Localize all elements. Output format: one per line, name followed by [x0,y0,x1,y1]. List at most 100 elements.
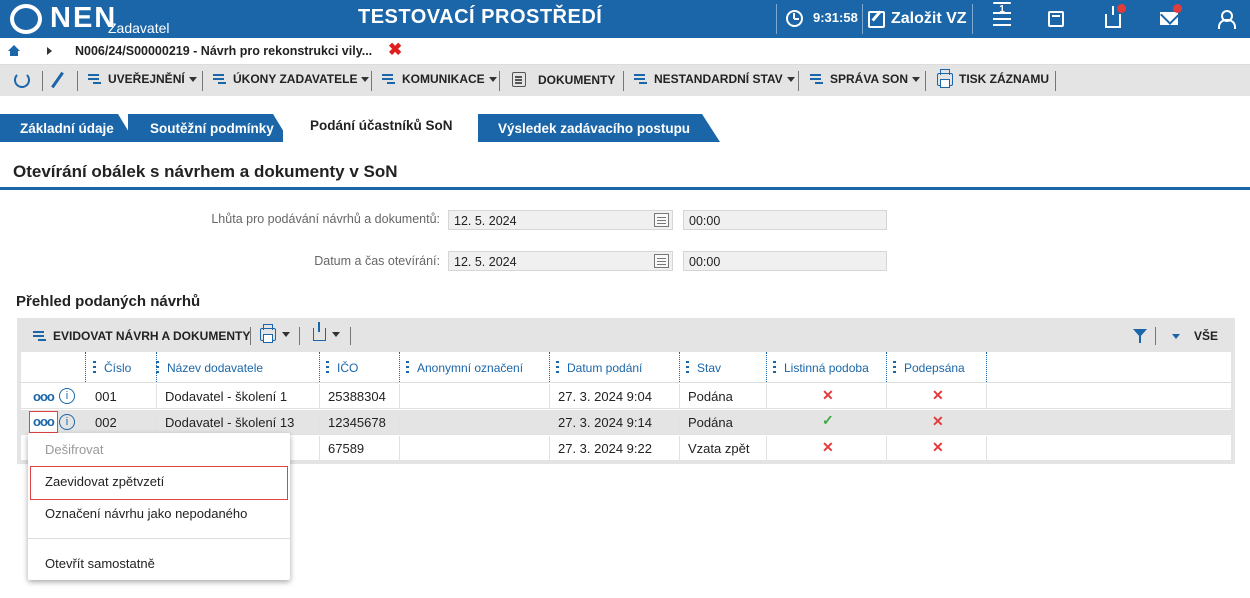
calendar-icon[interactable] [654,254,669,268]
deadline-time-field[interactable]: 00:00 [683,210,887,230]
inbox-dot [1117,4,1126,13]
cell-datum: 27. 3. 2024 9:22 [558,441,652,456]
column-header-cislo[interactable]: Číslo [93,352,131,382]
opening-date-field[interactable]: 12. 5. 2024 [448,251,673,271]
column-separator [986,352,987,382]
cell-divider [319,436,320,461]
row-actions-icon[interactable]: ooo [33,389,55,404]
column-title: IČO [337,361,359,375]
menu-item-otevrit-samostatne[interactable]: Otevřít samostatně [45,556,155,571]
tab-zakladni-udaje[interactable]: Základní údaje [0,114,135,142]
tab-soutezni-podminky[interactable]: Soutěžní podmínky [128,114,290,142]
row-actions-icon[interactable]: ooo [29,411,58,433]
tab-label: Podání účastníků SoN [310,118,453,133]
deadline-date-field[interactable]: 12. 5. 2024 [448,210,673,230]
cell-divider [399,384,400,409]
menu-icon[interactable]: 1 [992,2,1014,30]
deadline-time-value: 00:00 [689,214,721,228]
filter-icon[interactable] [1133,329,1147,344]
column-title: Datum podání [567,361,643,375]
opening-label: Datum a čas otevírání: [314,254,440,268]
column-title: Název dodavatele [167,361,264,375]
opening-time-field[interactable]: 00:00 [683,251,887,271]
refresh-icon[interactable] [14,72,30,88]
new-tender-button[interactable]: Založit VZ [868,7,967,31]
inbox-icon[interactable] [1105,4,1126,28]
cell-stav: Podána [688,415,733,430]
calendar-icon[interactable] [654,213,669,227]
list-icon [810,73,824,85]
deadline-label: Lhůta pro podávání návrhů a dokumentů: [211,212,440,226]
menu-item-oznaceni-nepodaneho[interactable]: Označení návrhu jako nepodaného [45,506,247,521]
tab-vysledek[interactable]: Výsledek zadávacího postupu [478,114,720,142]
column-header-nazev[interactable]: Název dodavatele [156,352,263,382]
column-separator [319,352,320,382]
menu-item-desifrovat: Dešifrovat [45,442,104,457]
view-all-label: VŠE [1194,329,1219,343]
tab-bar: Základní údaje Soutěžní podmínky Podání … [0,110,1250,142]
caret-down-icon [1172,333,1180,339]
tab-podani-ucastniku[interactable]: Podání účastníků SoN [283,110,488,142]
mail-icon[interactable] [1160,4,1182,25]
cell-divider [886,410,887,435]
column-header-listinna[interactable]: Listinná podoba [773,352,869,382]
menu-label: NESTANDARDNÍ STAV [654,72,783,86]
table-row[interactable]: ooo i 002 Dodavatel - školení 13 1234567… [21,410,1231,435]
cell-stav: Vzata zpět [688,441,750,456]
menu-nestandardni-stav[interactable]: NESTANDARDNÍ STAV [634,72,795,86]
title-rule [0,187,1250,190]
table-row[interactable]: ooo i 001 Dodavatel - školení 1 25388304… [21,384,1231,409]
menu-sprava-son[interactable]: SPRÁVA SON [810,72,921,86]
column-title: Podepsána [904,361,965,375]
caret-down-icon [332,332,340,337]
nen-logo-icon[interactable] [10,4,42,34]
breadcrumb-record[interactable]: N006/24/S00000219 - Návrh pro rekonstruk… [75,44,372,58]
menu-komunikace[interactable]: KOMUNIKACE [382,72,497,86]
menu-dokumenty[interactable]: DOKUMENTY [512,72,615,87]
user-icon[interactable] [1218,10,1236,29]
menu-uverejneni[interactable]: UVEŘEJNĚNÍ [88,72,197,86]
column-header-datum[interactable]: Datum podání [556,352,642,382]
cell-divider [986,384,987,409]
menu-item-zaevidovat-zpetvzeti[interactable]: Zaevidovat zpětvzetí [45,474,164,489]
calculator-icon[interactable] [1048,11,1064,27]
record-proposal-label: EVIDOVAT NÁVRH A DOKUMENTY [53,329,251,343]
breadcrumb: N006/24/S00000219 - Návrh pro rekonstruk… [0,38,1250,65]
column-header-podepsana[interactable]: Podepsána [893,352,965,382]
opening-date-value: 12. 5. 2024 [454,255,517,269]
cell-divider [549,436,550,461]
divider [798,71,799,91]
menu-ukony-zadavatele[interactable]: ÚKONY ZADAVATELE [213,72,370,86]
export-menu-button[interactable] [313,322,340,341]
record-proposal-button[interactable]: EVIDOVAT NÁVRH A DOKUMENTY [33,329,250,343]
cell-divider [399,436,400,461]
column-title: Anonymní označení [417,361,524,375]
divider [499,71,500,91]
info-icon[interactable]: i [59,414,75,430]
pencil-icon[interactable] [51,71,64,89]
info-icon[interactable]: i [59,388,75,404]
menu-divider [28,538,290,539]
column-header-anonymni[interactable]: Anonymní označení [406,352,523,382]
cell-divider [886,384,887,409]
column-menu-icon [156,361,159,373]
action-bar: UVEŘEJNĚNÍ ÚKONY ZADAVATELE KOMUNIKACE D… [0,65,1250,96]
chevron-right-icon [47,47,52,55]
view-all-dropdown[interactable]: VŠE [1172,329,1218,343]
menu-tisk-zaznamu[interactable]: TISK ZÁZNAMU [937,68,1049,88]
cross-icon: ✕ [822,387,834,403]
column-header-stav[interactable]: Stav [686,352,721,382]
home-icon[interactable] [8,45,20,56]
column-separator [886,352,887,382]
close-icon[interactable]: ✖ [388,40,402,60]
cell-divider [319,410,320,435]
cell-divider [156,384,157,409]
column-header-ico[interactable]: IČO [326,352,358,382]
cell-divider [679,410,680,435]
menu-label: ÚKONY ZADAVATELE [233,72,358,86]
cell-divider [986,436,987,461]
print-menu-button[interactable] [260,324,290,343]
column-title: Listinná podoba [784,361,869,375]
cell-cislo: 002 [95,415,117,430]
cell-ico: 67589 [328,441,365,456]
